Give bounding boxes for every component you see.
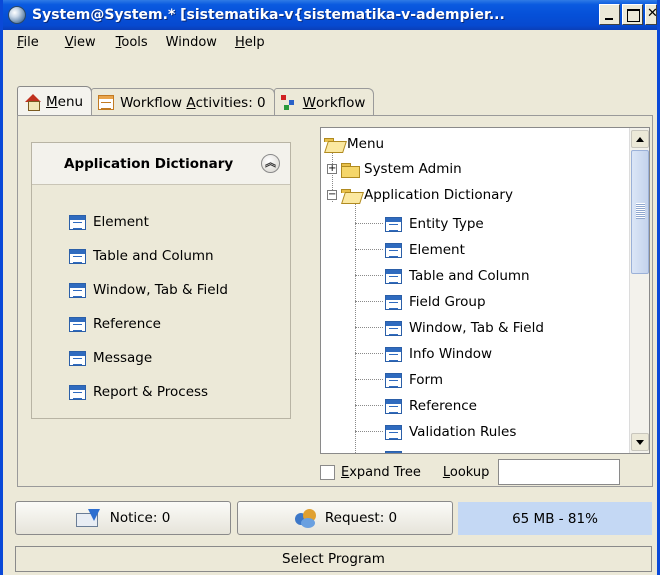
window-icon xyxy=(385,372,402,388)
window-icon xyxy=(385,242,402,258)
window-icon xyxy=(69,248,86,264)
window-icon xyxy=(69,384,86,400)
tab-menu[interactable]: Menu xyxy=(17,86,93,116)
home-icon xyxy=(24,93,42,111)
menu-help[interactable]: Help xyxy=(229,35,275,50)
task-list: Element Table and Column Window, Tab & F… xyxy=(32,185,290,409)
memory-indicator[interactable]: 65 MB - 81% xyxy=(458,502,652,535)
menu-window[interactable]: Window xyxy=(160,35,227,50)
tree-item-field-group[interactable]: Field Group xyxy=(385,290,486,314)
expand-plus-icon[interactable]: + xyxy=(327,164,337,174)
minimize-button[interactable] xyxy=(599,4,620,25)
notice-button[interactable]: Notice: 0 xyxy=(15,501,231,535)
task-item-report-process[interactable]: Report & Process xyxy=(69,375,290,409)
menu-bar: File View Tools Window Help xyxy=(3,30,657,54)
tree-item-info-window[interactable]: Info Window xyxy=(385,342,492,366)
status-bar: Select Program xyxy=(15,546,652,572)
mail-icon xyxy=(75,509,102,527)
folder-open-icon xyxy=(324,137,342,151)
app-icon xyxy=(8,6,26,24)
request-button[interactable]: Request: 0 xyxy=(237,501,453,535)
tree-item-partial xyxy=(385,446,409,453)
scroll-down-arrow-icon[interactable] xyxy=(631,433,649,451)
window-icon xyxy=(385,216,402,232)
window-icon xyxy=(385,450,402,453)
task-pane-header[interactable]: Application Dictionary ︽ xyxy=(32,143,290,185)
tree-item-form[interactable]: Form xyxy=(385,368,443,392)
menu-tools[interactable]: Tools xyxy=(110,35,158,50)
window-icon xyxy=(385,346,402,362)
window-icon xyxy=(69,316,86,332)
folder-open-icon xyxy=(341,188,359,202)
tree-scrollbar[interactable] xyxy=(629,128,649,453)
task-item-message[interactable]: Message xyxy=(69,341,290,375)
window-icon xyxy=(69,214,86,230)
task-pane: Application Dictionary ︽ Element Table a… xyxy=(31,142,291,419)
window-icon xyxy=(385,294,402,310)
window-icon xyxy=(385,424,402,440)
expand-tree-label[interactable]: Expand Tree xyxy=(341,465,421,480)
window-title: System@System.* [sistematika-v{sistemati… xyxy=(32,7,505,23)
tree-footer: Expand Tree Lookup xyxy=(320,458,652,486)
task-pane-title: Application Dictionary xyxy=(64,155,234,172)
tree-item-table-and-column[interactable]: Table and Column xyxy=(385,264,530,288)
window-icon xyxy=(69,282,86,298)
tree-node-system-admin[interactable]: + System Admin xyxy=(327,157,462,181)
task-item-reference[interactable]: Reference xyxy=(69,307,290,341)
task-item-table-and-column[interactable]: Table and Column xyxy=(69,239,290,273)
tree-node-application-dictionary[interactable]: − Application Dictionary xyxy=(327,183,513,207)
folder-icon xyxy=(341,162,360,178)
tree-item-element[interactable]: Element xyxy=(385,238,465,262)
close-button[interactable] xyxy=(645,4,657,25)
maximize-button[interactable] xyxy=(622,4,643,25)
scroll-up-arrow-icon[interactable] xyxy=(631,130,649,148)
tree-item-entity-type[interactable]: Entity Type xyxy=(385,212,484,236)
app-window: System@System.* [sistematika-v{sistemati… xyxy=(0,0,660,575)
tree-item-window-tab-field[interactable]: Window, Tab & Field xyxy=(385,316,544,340)
window-controls xyxy=(599,4,657,25)
grip-icon xyxy=(636,203,645,219)
lookup-input[interactable] xyxy=(498,459,621,485)
task-item-element[interactable]: Element xyxy=(69,205,290,239)
window-icon xyxy=(385,268,402,284)
expand-tree-checkbox[interactable] xyxy=(320,464,335,480)
lookup-label: Lookup xyxy=(442,464,490,480)
scroll-thumb[interactable] xyxy=(631,150,649,274)
menu-view[interactable]: View xyxy=(59,35,106,50)
task-item-window-tab-field[interactable]: Window, Tab & Field xyxy=(69,273,290,307)
tree-item-validation-rules[interactable]: Validation Rules xyxy=(385,420,516,444)
menu-tree[interactable]: Menu + System Admin − Application Dictio… xyxy=(320,127,650,454)
menu-file[interactable]: File xyxy=(11,35,49,50)
request-icon xyxy=(293,507,319,529)
window-icon xyxy=(69,350,86,366)
workflow-icon xyxy=(280,94,299,111)
tree-item-reference[interactable]: Reference xyxy=(385,394,477,418)
tree-node-root[interactable]: Menu xyxy=(324,132,384,156)
collapse-chevron-icon[interactable]: ︽ xyxy=(261,154,280,173)
title-bar[interactable]: System@System.* [sistematika-v{sistemati… xyxy=(3,0,657,30)
window-icon xyxy=(385,320,402,336)
tab-workflow[interactable]: Workflow xyxy=(273,88,375,116)
collapse-minus-icon[interactable]: − xyxy=(327,190,337,200)
workflow-activities-icon xyxy=(98,94,115,110)
main-tabs: Menu Workflow Activities: 0 Workflow xyxy=(17,86,375,116)
window-icon xyxy=(385,398,402,414)
tab-workflow-activities[interactable]: Workflow Activities: 0 xyxy=(91,88,275,116)
